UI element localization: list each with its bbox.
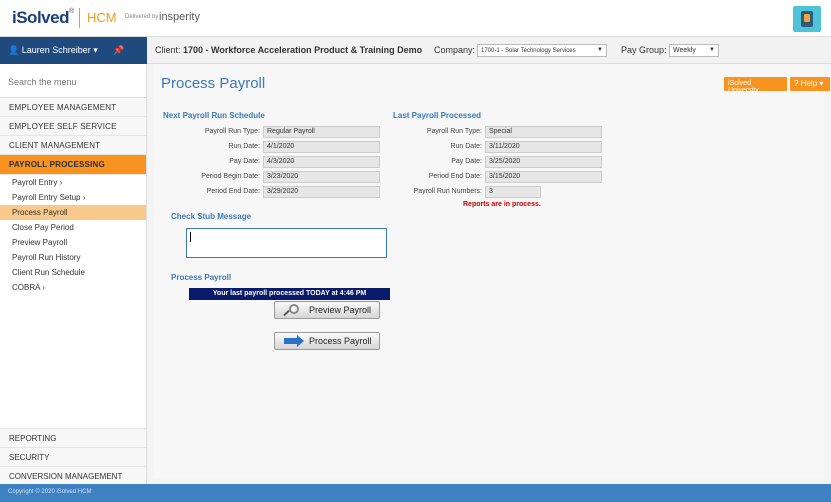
footer: Copyright © 2020 iSolved HCM (0, 484, 831, 502)
next-period-begin-label: Period Begin Date: (201, 173, 260, 180)
client-value: 1700 - Workforce Acceleration Product & … (183, 45, 423, 55)
copyright-text: Copyright © 2020 iSolved HCM (8, 489, 92, 495)
process-payroll-label: Process Payroll (309, 336, 372, 346)
last-pay-date-value: 3/25/2020 (485, 156, 602, 168)
last-processed-notice: Your last payroll processed TODAY at 4:4… (189, 288, 390, 300)
paygroup-label: Pay Group: (621, 45, 667, 55)
logo-divider (79, 8, 80, 28)
last-run-date-label: Run Date: (450, 143, 482, 150)
next-period-end-value: 3/29/2020 (263, 186, 380, 198)
process-payroll-button[interactable]: Process Payroll (274, 332, 380, 350)
last-period-end-value: 3/15/2020 (485, 171, 602, 183)
preview-payroll-label: Preview Payroll (309, 305, 372, 315)
sidebar-subitem-client-run-schedule[interactable]: Client Run Schedule (0, 265, 146, 280)
next-pay-date-value: 4/3/2020 (263, 156, 380, 168)
pin-icon[interactable]: 📌 (113, 45, 124, 56)
sidebar: Search the menu EMPLOYEE MANAGEMENT EMPL… (0, 64, 147, 484)
last-run-numbers-label: Payroll Run Numbers: (413, 188, 482, 195)
next-pay-date-label: Pay Date: (229, 158, 260, 165)
process-heading: Process Payroll (171, 273, 232, 282)
next-period-end-label: Period End Date: (206, 188, 260, 195)
sidebar-subitem-cobra[interactable]: COBRA › (0, 280, 146, 295)
sidebar-item-client-management[interactable]: CLIENT MANAGEMENT (0, 136, 146, 155)
user-menu[interactable]: 👤 Lauren Schreiber ▾ (8, 45, 98, 56)
user-app-icon[interactable] (793, 6, 821, 32)
paygroup-select-value: Weekly (673, 47, 696, 54)
reports-warning: Reports are in process. (463, 201, 541, 208)
sidebar-item-employee-self-service[interactable]: EMPLOYEE SELF SERVICE (0, 117, 146, 136)
last-run-numbers-value: 3 (485, 186, 541, 198)
stub-heading: Check Stub Message (171, 212, 252, 221)
next-period-begin-value: 3/23/2020 (263, 171, 380, 183)
sidebar-item-conversion-management[interactable]: CONVERSION MANAGEMENT (0, 466, 146, 484)
arrow-right-icon (284, 338, 298, 344)
sidebar-item-security[interactable]: SECURITY (0, 447, 146, 466)
next-run-date-value: 4/1/2020 (263, 141, 380, 153)
content-panel: Process Payroll iSolved University ? Hel… (154, 64, 830, 478)
main-content: Process Payroll iSolved University ? Hel… (147, 64, 831, 484)
client-info: Client: 1700 - Workforce Acceleration Pr… (155, 45, 422, 55)
last-run-date-value: 3/11/2020 (485, 141, 602, 153)
last-period-end-label: Period End Date: (428, 173, 482, 180)
user-bar: 👤 Lauren Schreiber ▾ 📌 (0, 37, 147, 64)
delivered-by-label: Delivered by (125, 14, 159, 20)
page-title: Process Payroll (161, 75, 266, 92)
sidebar-subitem-payroll-run-history[interactable]: Payroll Run History (0, 250, 146, 265)
preview-payroll-button[interactable]: Preview Payroll (274, 301, 380, 319)
chevron-down-icon: ▼ (709, 47, 715, 53)
sidebar-subitem-payroll-entry-setup[interactable]: Payroll Entry Setup › (0, 190, 146, 205)
next-run-date-label: Run Date: (228, 143, 260, 150)
top-header: iSolved® HCM Delivered by insperity (0, 0, 831, 37)
partner-logo: insperity (159, 11, 200, 23)
client-label: Client: (155, 45, 181, 55)
next-run-type-value: Regular Payroll (263, 126, 380, 138)
company-select-value: 1700-1 - Solar Technology Services (481, 48, 576, 54)
magnifier-icon (289, 304, 299, 314)
company-label: Company: (434, 45, 476, 55)
sidebar-subitem-payroll-entry[interactable]: Payroll Entry › (0, 175, 146, 190)
chevron-down-icon: ▼ (597, 47, 603, 53)
isolved-university-button[interactable]: iSolved University (724, 77, 787, 94)
sidebar-subitem-process-payroll[interactable]: Process Payroll (0, 205, 146, 220)
sidebar-subitem-preview-payroll[interactable]: Preview Payroll (0, 235, 146, 250)
help-button[interactable]: ? Help ▾ (790, 77, 830, 91)
sidebar-item-reporting[interactable]: REPORTING (0, 428, 146, 447)
sidebar-item-employee-management[interactable]: EMPLOYEE MANAGEMENT (0, 98, 146, 117)
user-icon: 👤 (8, 45, 22, 55)
last-run-type-value: Special (485, 126, 602, 138)
user-name: Lauren Schreiber ▾ (21, 45, 98, 55)
sidebar-item-payroll-processing[interactable]: PAYROLL PROCESSING (0, 155, 146, 175)
last-run-type-label: Payroll Run Type: (426, 128, 482, 135)
sidebar-subitem-close-pay-period[interactable]: Close Pay Period (0, 220, 146, 235)
logo-hcm: HCM (87, 10, 117, 25)
client-bar: Client: 1700 - Workforce Acceleration Pr… (147, 37, 831, 64)
company-select[interactable]: 1700-1 - Solar Technology Services ▼ (477, 44, 607, 57)
last-pay-date-label: Pay Date: (451, 158, 482, 165)
isolved-logo[interactable]: iSolved® (12, 8, 74, 28)
next-run-type-label: Payroll Run Type: (204, 128, 260, 135)
paygroup-select[interactable]: Weekly ▼ (669, 44, 719, 57)
last-run-heading: Last Payroll Processed (393, 111, 482, 120)
menu-search-input[interactable]: Search the menu (0, 64, 147, 98)
next-run-heading: Next Payroll Run Schedule (163, 111, 265, 120)
check-stub-message-input[interactable] (186, 228, 387, 258)
